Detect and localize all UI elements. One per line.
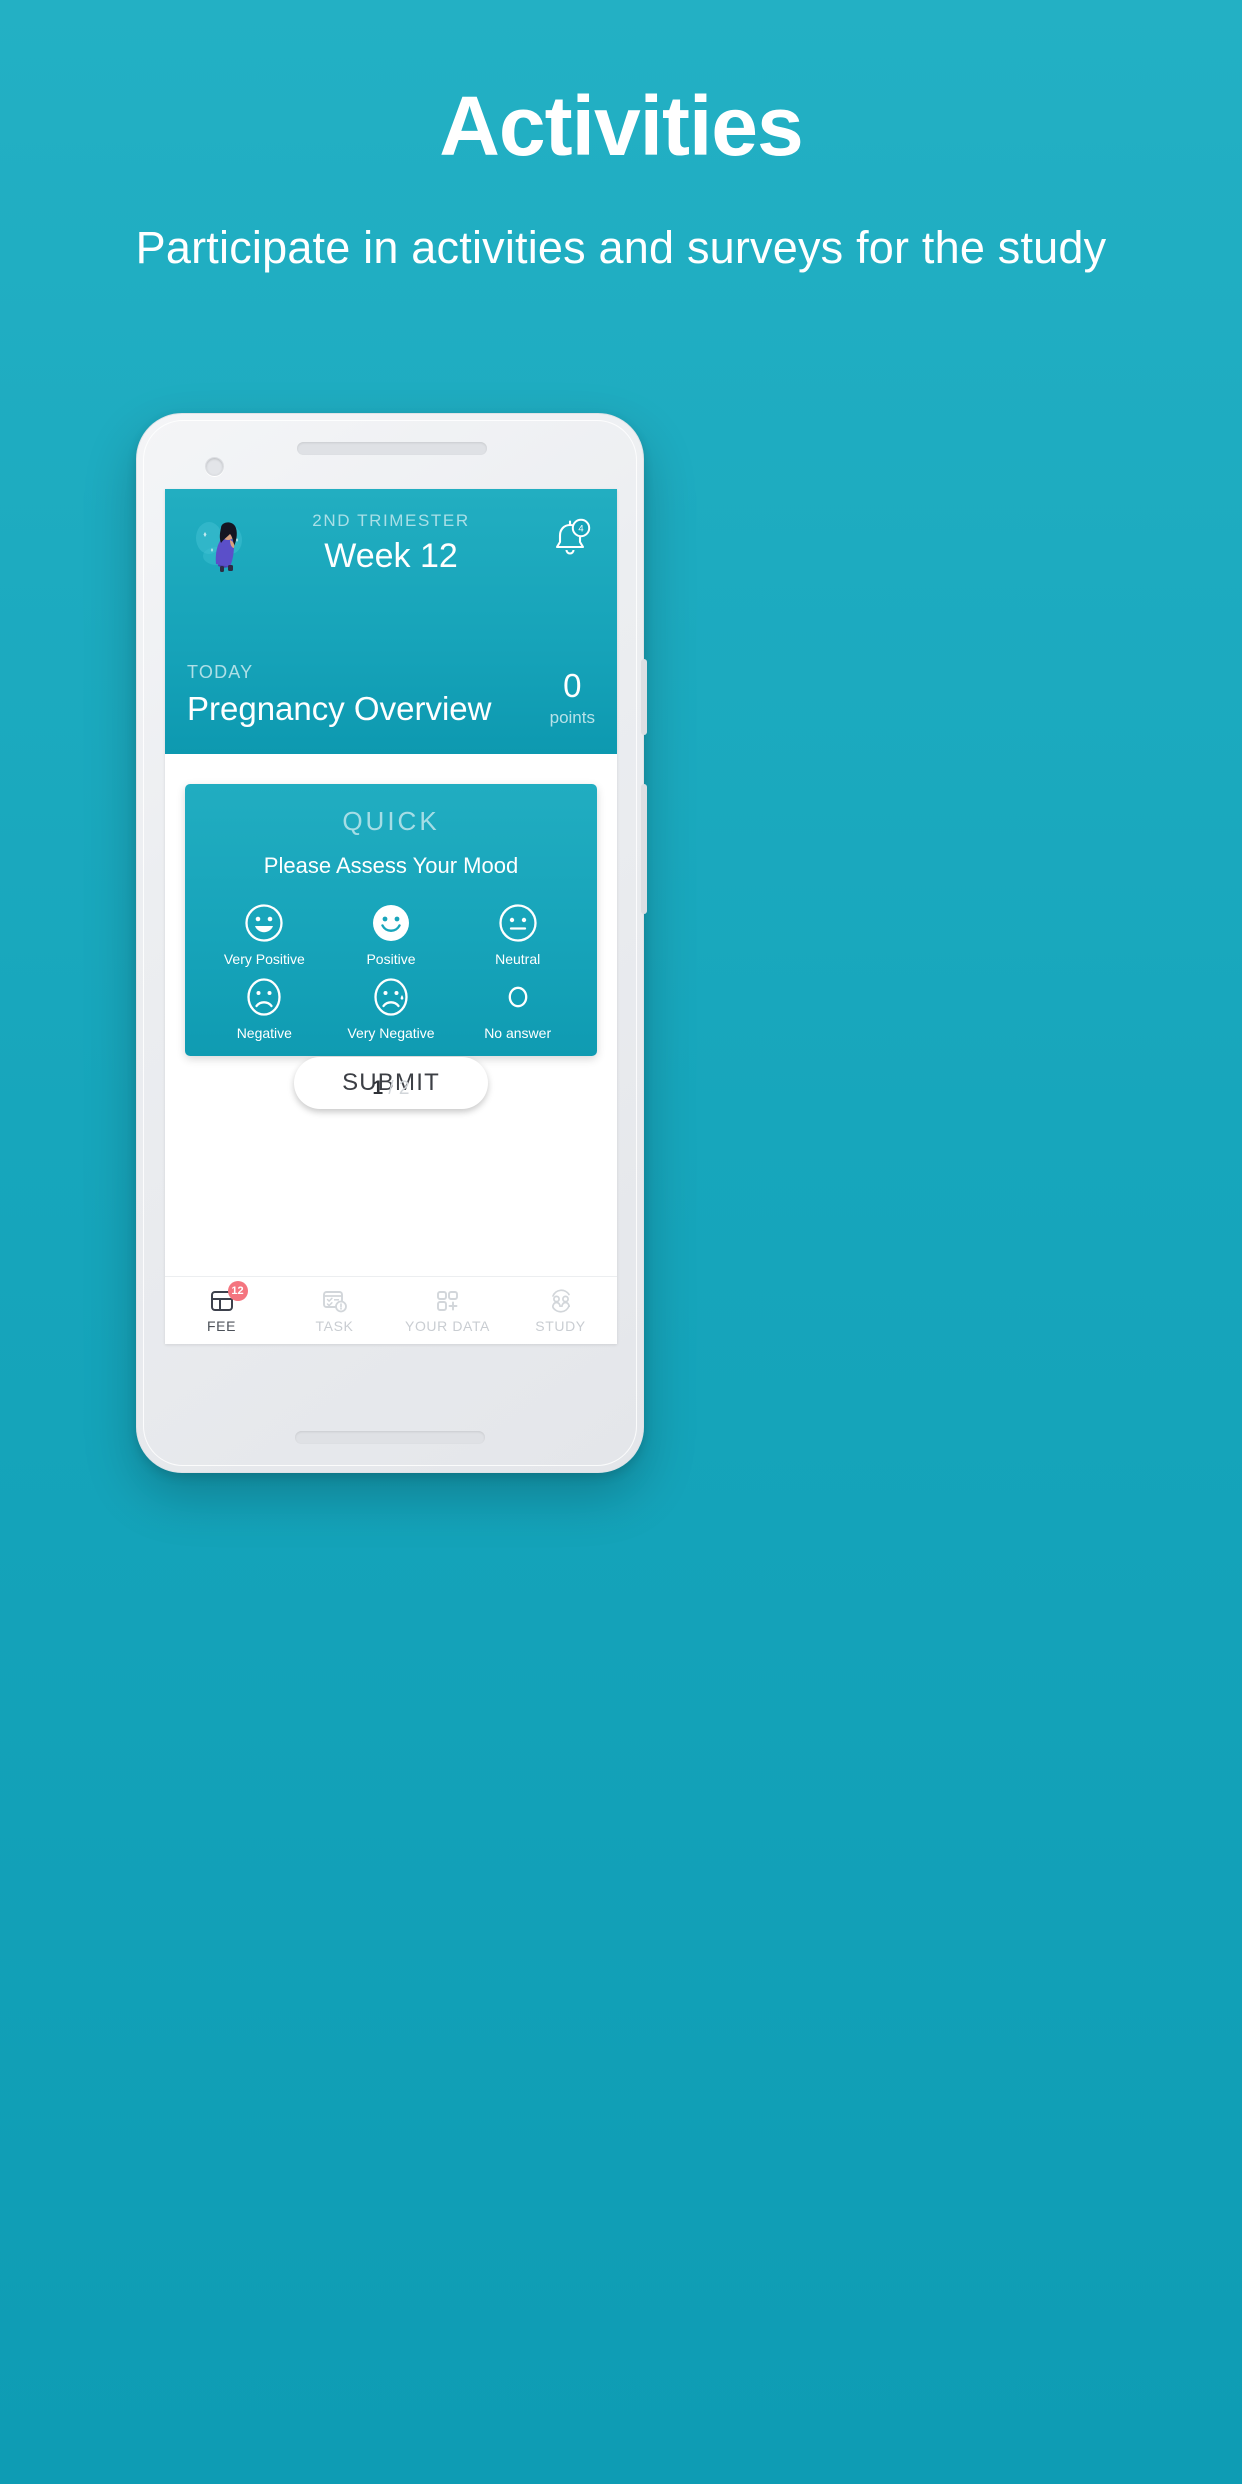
mood-label: Negative [236, 1025, 292, 1041]
front-camera-icon [205, 457, 224, 476]
points-block: 0 points [550, 669, 595, 728]
quick-question: Please Assess Your Mood [263, 853, 519, 878]
home-indicator [295, 1431, 485, 1444]
nav-item-fee[interactable]: 12 FEE [165, 1281, 278, 1334]
volume-button[interactable] [641, 784, 647, 914]
nav-item-task[interactable]: TASK [278, 1287, 391, 1334]
avatar[interactable] [187, 510, 253, 576]
smiley-crying-outline-icon [374, 978, 408, 1016]
svg-text:4: 4 [578, 523, 583, 534]
bottom-navigation: 12 FEE TASK YOUR DATA STUDY [165, 1276, 617, 1344]
nav-label-your-data: YOUR DATA [405, 1318, 490, 1334]
pagination: 1 / 2 [185, 1078, 597, 1100]
mood-label: Very Negative [347, 1025, 435, 1041]
promo-header: Activities Participate in activities and… [0, 0, 1242, 276]
smiley-smile-filled-icon [372, 905, 409, 941]
mood-label: Neutral [495, 951, 541, 967]
smiley-frown-outline-icon [247, 978, 281, 1016]
app-header: 2ND TRIMESTER Week 12 4 4 TODAY [165, 489, 617, 754]
mood-label: No answer [484, 1025, 552, 1041]
mood-option-no-answer[interactable]: No answer [454, 975, 581, 1041]
mood-option-negative[interactable]: Negative [201, 975, 328, 1041]
nav-label-study: STUDY [535, 1318, 586, 1334]
bell-icon: 4 [555, 518, 591, 555]
trimester-label: 2ND TRIMESTER [312, 511, 470, 530]
quick-kicker: QUICK [342, 806, 440, 836]
pagination-current: 1 [372, 1078, 384, 1099]
app-body: QUICK Please Assess Your Mood Very Posit… [165, 754, 617, 1224]
task-list-icon [322, 1291, 347, 1313]
points-label: points [549, 708, 595, 727]
mood-option-neutral[interactable]: Neutral [454, 901, 581, 967]
smiley-grin-outline-icon [245, 904, 283, 942]
earpiece-speaker [297, 442, 487, 455]
today-title: Pregnancy Overview [187, 690, 492, 727]
mood-option-positive[interactable]: Positive [328, 901, 455, 967]
pagination-separator: / [388, 1078, 394, 1099]
smiley-neutral-outline-icon [499, 904, 537, 942]
phone-mockup: 2ND TRIMESTER Week 12 4 4 TODAY [136, 413, 647, 1473]
page-title: Activities [439, 79, 804, 173]
today-label: TODAY [187, 662, 254, 682]
mood-option-very-negative[interactable]: Very Negative [328, 975, 455, 1041]
mood-option-very-positive[interactable]: Very Positive [201, 901, 328, 967]
phone-screen: 2ND TRIMESTER Week 12 4 4 TODAY [165, 489, 617, 1344]
trimester-block: 2ND TRIMESTER Week 12 [253, 511, 529, 576]
notifications-button[interactable]: 4 4 [529, 510, 595, 576]
quick-mood-card: QUICK Please Assess Your Mood Very Posit… [185, 784, 597, 1109]
week-label: Week 12 [324, 537, 458, 575]
nav-badge-fee: 12 [227, 1281, 248, 1301]
mood-label: Very Positive [223, 951, 305, 967]
nav-item-your-data[interactable]: YOUR DATA [391, 1287, 504, 1334]
power-button[interactable] [641, 659, 647, 735]
today-block: TODAY Pregnancy Overview [187, 662, 491, 728]
page-subtitle: Participate in activities and surveys fo… [135, 222, 1107, 273]
nav-label-task: TASK [315, 1318, 354, 1334]
data-blocks-plus-icon [436, 1291, 458, 1311]
mood-label: Positive [366, 951, 416, 967]
nav-label-fee: FEE [206, 1318, 237, 1334]
study-people-icon [551, 1289, 570, 1313]
pregnant-woman-illustration [196, 521, 242, 572]
nav-item-study[interactable]: STUDY [504, 1287, 617, 1334]
points-value: 0 [563, 667, 582, 704]
mood-options-grid: Very Positive Positive Neutral Negative … [201, 901, 581, 1041]
pagination-total: 2 [398, 1078, 410, 1099]
empty-circle-icon [508, 986, 528, 1008]
